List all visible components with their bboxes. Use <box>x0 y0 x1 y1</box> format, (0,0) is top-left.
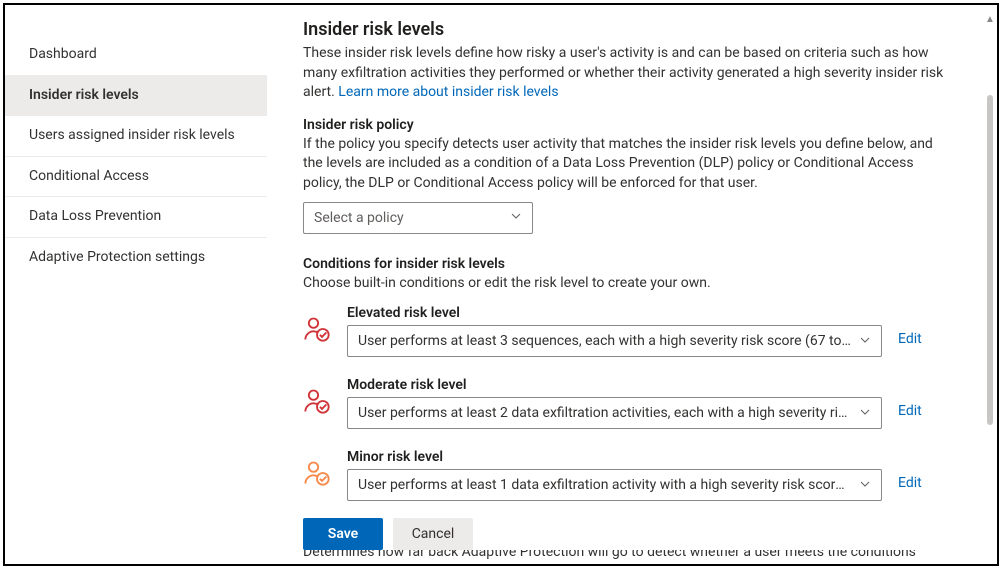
chevron-down-icon <box>859 334 871 349</box>
sidebar-nav: Dashboard Insider risk levels Users assi… <box>5 5 267 564</box>
page-description: These insider risk levels define how ris… <box>303 44 955 103</box>
policy-select-placeholder: Select a policy <box>314 210 502 226</box>
risk-level-select-minor[interactable]: User performs at least 1 data exfiltrati… <box>347 469 882 501</box>
save-button[interactable]: Save <box>303 518 383 550</box>
risk-body: Moderate risk level User performs at lea… <box>347 377 882 429</box>
risk-level-value: User performs at least 1 data exfiltrati… <box>358 477 851 493</box>
user-risk-icon <box>303 459 331 487</box>
user-risk-icon <box>303 315 331 343</box>
edit-link-elevated[interactable]: Edit <box>898 305 922 347</box>
risk-body: Elevated risk level User performs at lea… <box>347 305 882 357</box>
sidebar-item-insider-risk-levels[interactable]: Insider risk levels <box>5 76 267 117</box>
scroll-thumb[interactable] <box>987 95 993 425</box>
risk-row-minor: Minor risk level User performs at least … <box>303 449 955 501</box>
chevron-down-icon <box>859 406 871 421</box>
sidebar-item-label: Adaptive Protection settings <box>29 249 205 265</box>
scrollbar[interactable]: ▲ <box>983 5 997 564</box>
edit-link-minor[interactable]: Edit <box>898 449 922 491</box>
conditions-section-title: Conditions for insider risk levels <box>303 256 955 272</box>
edit-link-moderate[interactable]: Edit <box>898 377 922 419</box>
sidebar-item-label: Users assigned insider risk levels <box>29 127 235 143</box>
page-title: Insider risk levels <box>303 19 955 40</box>
sidebar-item-label: Conditional Access <box>29 168 149 184</box>
risk-level-label: Minor risk level <box>347 449 882 465</box>
content-panel: Insider risk levels These insider risk l… <box>267 5 983 564</box>
risk-body: Minor risk level User performs at least … <box>347 449 882 501</box>
conditions-section-description: Choose built-in conditions or edit the r… <box>303 274 955 294</box>
sidebar-item-conditional-access[interactable]: Conditional Access <box>5 157 267 198</box>
risk-level-select-moderate[interactable]: User performs at least 2 data exfiltrati… <box>347 397 882 429</box>
app-frame: Dashboard Insider risk levels Users assi… <box>3 3 999 566</box>
footer-actions: Save Cancel <box>303 518 955 550</box>
risk-level-label: Moderate risk level <box>347 377 882 393</box>
cancel-button[interactable]: Cancel <box>393 518 473 550</box>
scroll-up-icon[interactable]: ▲ <box>985 15 995 25</box>
chevron-down-icon <box>859 478 871 493</box>
risk-row-elevated: Elevated risk level User performs at lea… <box>303 305 955 357</box>
risk-level-select-elevated[interactable]: User performs at least 3 sequences, each… <box>347 325 882 357</box>
sidebar-item-users-assigned[interactable]: Users assigned insider risk levels <box>5 116 267 157</box>
user-risk-icon <box>303 387 331 415</box>
policy-section-description: If the policy you specify detects user a… <box>303 135 955 194</box>
content-wrap: Insider risk levels These insider risk l… <box>267 5 997 564</box>
sidebar-item-label: Dashboard <box>29 46 97 62</box>
risk-level-value: User performs at least 2 data exfiltrati… <box>358 405 851 421</box>
sidebar-item-label: Data Loss Prevention <box>29 208 161 224</box>
risk-row-moderate: Moderate risk level User performs at lea… <box>303 377 955 429</box>
sidebar-item-label: Insider risk levels <box>29 87 139 103</box>
sidebar-item-adaptive-protection-settings[interactable]: Adaptive Protection settings <box>5 238 267 278</box>
sidebar-item-dashboard[interactable]: Dashboard <box>5 35 267 76</box>
sidebar-item-data-loss-prevention[interactable]: Data Loss Prevention <box>5 197 267 238</box>
risk-level-label: Elevated risk level <box>347 305 882 321</box>
risk-level-value: User performs at least 3 sequences, each… <box>358 333 851 349</box>
policy-section-title: Insider risk policy <box>303 117 955 133</box>
policy-select[interactable]: Select a policy <box>303 202 533 234</box>
chevron-down-icon <box>510 210 522 225</box>
learn-more-link[interactable]: Learn more about insider risk levels <box>338 84 558 100</box>
